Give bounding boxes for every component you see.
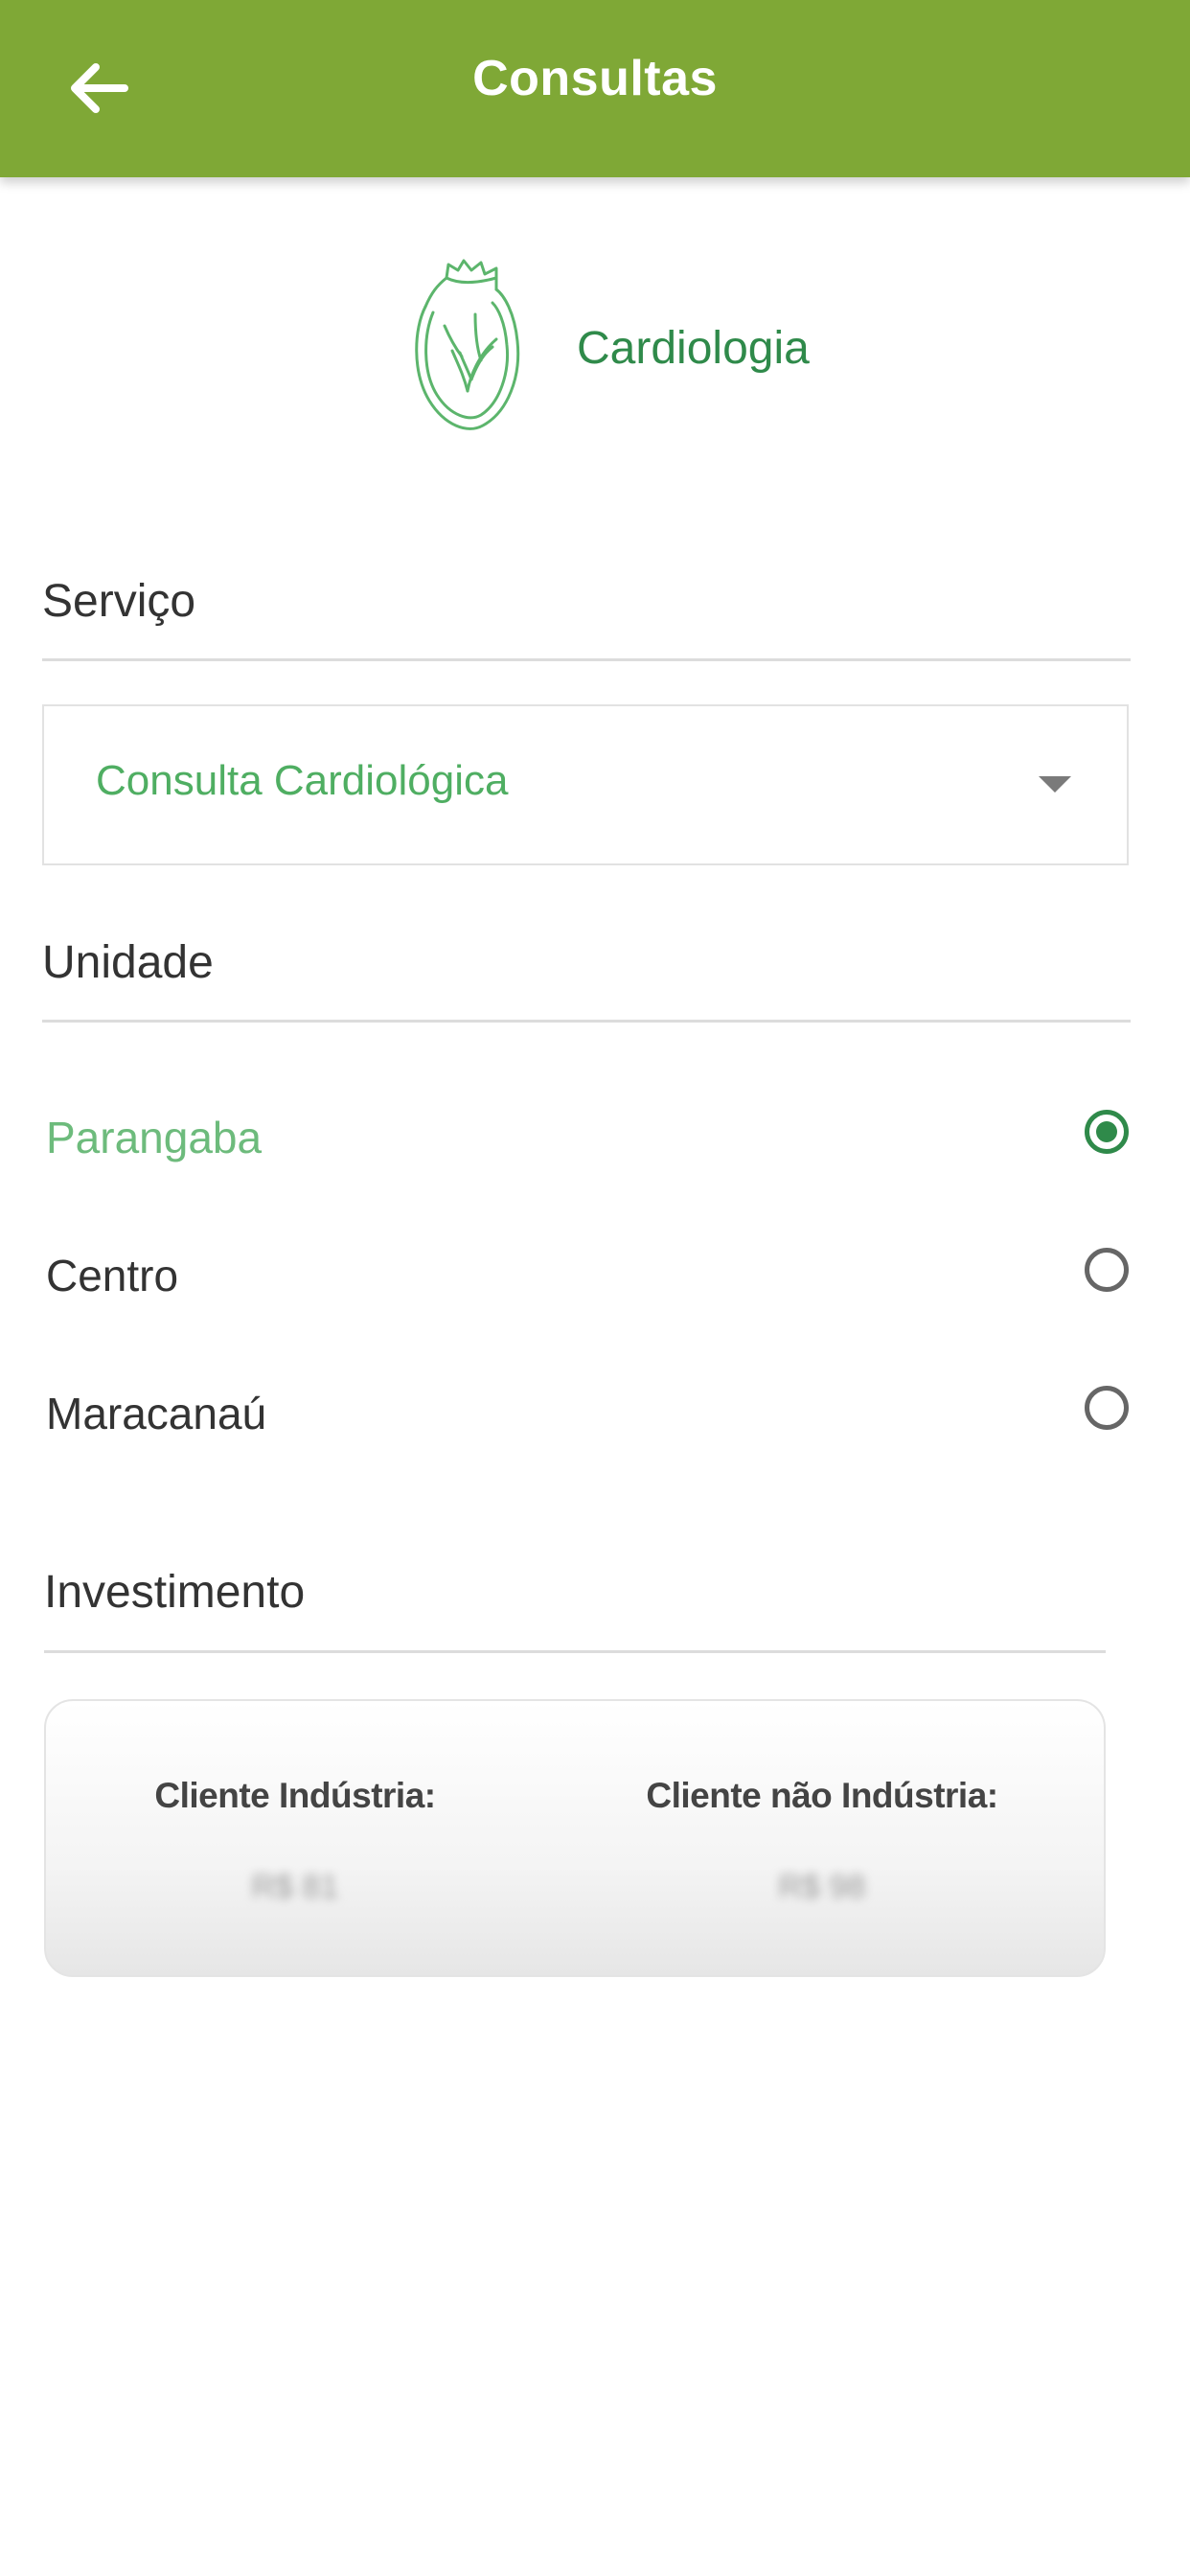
service-divider — [42, 658, 1131, 661]
radio-option-maracanau[interactable]: Maracanaú — [42, 1361, 1129, 1466]
industry-price-column: Cliente Indústria: R$ 81 — [46, 1776, 544, 1906]
industry-title: Cliente Indústria: — [154, 1776, 436, 1815]
service-select-value: Consulta Cardiológica — [96, 757, 509, 804]
non-industry-price: R$ 98 — [778, 1869, 866, 1905]
non-industry-price-column: Cliente não Indústria: R$ 98 — [573, 1776, 1071, 1906]
service-label: Serviço — [42, 576, 196, 627]
industry-price: R$ 81 — [251, 1869, 339, 1905]
radio-label: Centro — [46, 1251, 179, 1300]
unit-label: Unidade — [42, 937, 214, 988]
app-bar: Consultas — [0, 0, 1190, 177]
radio-unchecked-icon[interactable] — [1085, 1386, 1129, 1430]
caret-down-icon — [1039, 776, 1071, 793]
radio-label: Parangaba — [46, 1113, 263, 1162]
specialty-header: Cardiologia — [0, 257, 1190, 439]
radio-option-centro[interactable]: Centro — [42, 1223, 1129, 1328]
radio-checked-icon[interactable] — [1085, 1110, 1129, 1154]
radio-unchecked-icon[interactable] — [1085, 1248, 1129, 1292]
radio-option-parangaba[interactable]: Parangaba — [42, 1085, 1129, 1190]
specialty-name: Cardiologia — [577, 323, 810, 374]
investment-divider — [44, 1650, 1106, 1653]
non-industry-title: Cliente não Indústria: — [646, 1776, 998, 1815]
consultas-screen: Consultas Cardiologia Serviço Consulta C… — [0, 0, 1190, 2576]
investment-card: Cliente Indústria: R$ 81 Cliente não Ind… — [44, 1699, 1106, 1977]
radio-label: Maracanaú — [46, 1389, 267, 1438]
radio-dot — [1096, 1121, 1117, 1142]
investment-label: Investimento — [44, 1567, 306, 1618]
service-select[interactable]: Consulta Cardiológica — [42, 704, 1129, 865]
page-title: Consultas — [472, 51, 718, 106]
heart-icon — [415, 259, 520, 430]
unit-divider — [42, 1020, 1131, 1023]
